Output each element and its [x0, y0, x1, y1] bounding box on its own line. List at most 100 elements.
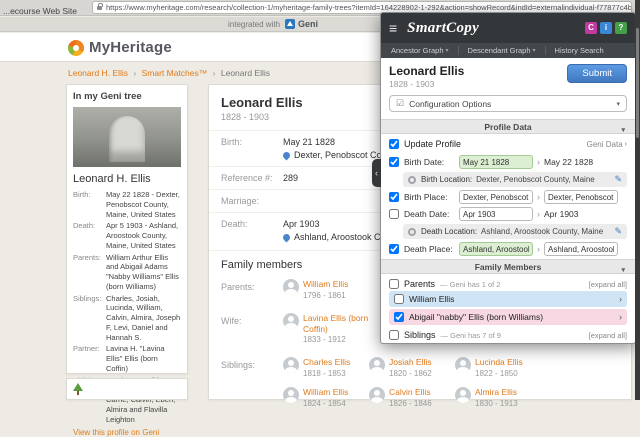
- member-row-abigail[interactable]: Abigail "nabby" Ellis (born Williams) ›: [389, 309, 627, 325]
- person-name[interactable]: Charles Ellis: [303, 357, 350, 367]
- family-person[interactable]: Charles Ellis 1818 - 1853: [283, 357, 369, 378]
- myheritage-logo[interactable]: MyHeritage: [68, 39, 172, 56]
- info-button[interactable]: i: [600, 22, 612, 34]
- location-value: Ashland, Aroostook County, Maine: [481, 227, 603, 236]
- birth-place-geni-input[interactable]: [544, 190, 618, 204]
- person-name[interactable]: Almira Ellis: [475, 387, 517, 397]
- field-row-birth-date: Birth Date: › May 22 1828: [389, 155, 627, 169]
- breadcrumb-link-profile[interactable]: Leonard H. Ellis: [68, 68, 128, 78]
- geni-data-text: Geni Data: [587, 140, 623, 149]
- expand-all-link[interactable]: [expand all]: [589, 280, 627, 289]
- c-button[interactable]: C: [585, 22, 597, 34]
- person-avatar-icon: [455, 357, 471, 373]
- myheritage-logo-icon: [68, 40, 84, 56]
- field-row-death-place: Death Place: ›: [389, 242, 627, 256]
- family-row-siblings: Siblings: Charles Ellis1818 - 1853 Josia…: [209, 353, 631, 417]
- section-family-members[interactable]: Family Members ▾: [381, 259, 635, 274]
- chevron-down-icon: ▾: [621, 264, 625, 278]
- field-label: Birth Place:: [404, 192, 459, 202]
- record-label: Marriage:: [221, 196, 283, 206]
- member-checkbox[interactable]: [394, 312, 404, 322]
- nav-history-search[interactable]: History Search: [545, 46, 613, 55]
- nav-label: Ancestor Graph: [391, 46, 444, 55]
- person-name[interactable]: Lavina Ellis (born Coffin): [303, 313, 368, 334]
- birth-place-input[interactable]: [459, 190, 533, 204]
- field-row-birth-place: Birth Place: ›: [389, 190, 627, 204]
- collapse-tab[interactable]: ‹: [372, 159, 381, 187]
- brand-name: MyHeritage: [89, 39, 172, 56]
- caret-right-icon: ›: [537, 244, 540, 254]
- person-avatar-icon: [283, 279, 299, 295]
- scrollbar-thumb[interactable]: [636, 28, 639, 138]
- birth-date-input[interactable]: [459, 155, 533, 169]
- section-profile-data[interactable]: Profile Data ▾: [381, 119, 635, 134]
- fact-death: Death: Apr 5 1903 - Ashland, Aroostook C…: [73, 221, 181, 250]
- person-years: 1818 - 1853: [303, 369, 346, 378]
- field-label: Death Place:: [404, 244, 459, 254]
- family-person[interactable]: William Ellis1796 - 1861: [283, 279, 369, 300]
- person-name[interactable]: Lucinda Ellis: [475, 357, 523, 367]
- section-label: Profile Data: [484, 122, 531, 132]
- birth-place-checkbox[interactable]: [389, 192, 399, 202]
- gravestone-photo[interactable]: [73, 107, 181, 167]
- view-profile-link[interactable]: View this profile on Geni: [73, 428, 181, 437]
- panel-person-name: Leonard Ellis: [389, 64, 464, 78]
- person-years: 1830 - 1913: [475, 399, 518, 408]
- submit-button[interactable]: Submit: [567, 64, 627, 83]
- family-head-note: — Geni has 1 of 2: [440, 280, 500, 289]
- chevron-down-icon: ▾: [446, 47, 449, 54]
- location-toggle-icon[interactable]: [408, 176, 416, 184]
- browser-scrollbar[interactable]: [635, 0, 640, 400]
- edit-icon[interactable]: ✎: [614, 226, 622, 237]
- parents-checkbox[interactable]: [389, 279, 399, 289]
- person-years: 1820 - 1862: [389, 369, 432, 378]
- help-button[interactable]: ?: [615, 22, 627, 34]
- geni-person-name[interactable]: Leonard H. Ellis: [73, 173, 181, 185]
- fact-birth: Birth: May 22 1828 - Dexter, Penobscot C…: [73, 190, 181, 219]
- chevron-down-icon: ▾: [533, 47, 536, 54]
- caret-right-icon[interactable]: ›: [619, 312, 622, 322]
- member-checkbox[interactable]: [394, 294, 404, 304]
- family-person[interactable]: Josiah Ellis 1820 - 1862: [369, 357, 455, 378]
- nav-ancestor-graph[interactable]: Ancestor Graph▾: [391, 46, 458, 55]
- record-value: 289: [283, 173, 298, 183]
- person-name[interactable]: William Ellis: [303, 279, 348, 289]
- configuration-options[interactable]: ☑ Configuration Options ▾: [389, 95, 627, 112]
- person-name[interactable]: William Ellis: [303, 387, 348, 397]
- birth-date-checkbox[interactable]: [389, 157, 399, 167]
- family-person[interactable]: Lavina Ellis (born Coffin)1833 - 1912: [283, 313, 369, 345]
- death-place-input[interactable]: [459, 242, 533, 256]
- member-row-william[interactable]: William Ellis ›: [389, 291, 627, 307]
- edit-icon[interactable]: ✎: [614, 174, 622, 185]
- browser-tab[interactable]: ...ecourse Web Site: [3, 6, 77, 16]
- siblings-checkbox[interactable]: [389, 330, 399, 340]
- update-profile-checkbox[interactable]: [389, 139, 399, 149]
- family-head-label: Parents: [404, 279, 435, 289]
- person-years: 1824 - 1854: [303, 399, 346, 408]
- breadcrumb-link-smart-matches[interactable]: Smart Matches™: [142, 68, 208, 78]
- secondary-card: [66, 378, 188, 400]
- geni-brand[interactable]: Geni: [298, 19, 318, 29]
- death-date-input[interactable]: [459, 207, 533, 221]
- family-person[interactable]: William Ellis 1824 - 1854: [283, 387, 369, 408]
- geni-value: May 22 1828: [544, 157, 593, 167]
- update-profile-row: Update Profile Geni Data›: [389, 134, 627, 152]
- death-place-geni-input[interactable]: [544, 242, 618, 256]
- menu-icon[interactable]: ≡: [389, 20, 397, 36]
- death-date-checkbox[interactable]: [389, 209, 399, 219]
- death-place-checkbox[interactable]: [389, 244, 399, 254]
- person-name[interactable]: Josiah Ellis: [389, 357, 432, 367]
- family-head-parents: Parents — Geni has 1 of 2 [expand all]: [389, 279, 627, 289]
- family-group-label: Wife:: [221, 313, 283, 354]
- caret-right-icon[interactable]: ›: [619, 294, 622, 304]
- record-label: Reference #:: [221, 173, 283, 183]
- member-name: Abigail "nabby" Ellis (born Williams): [409, 312, 543, 322]
- family-person[interactable]: Calvin Ellis1826 - 1846: [369, 387, 455, 408]
- family-person[interactable]: Lucinda Ellis1822 - 1850: [455, 357, 541, 378]
- location-toggle-icon[interactable]: [408, 228, 416, 236]
- family-person[interactable]: Almira Ellis 1830 - 1913: [455, 387, 541, 408]
- person-name[interactable]: Calvin Ellis: [389, 387, 431, 397]
- nav-descendant-graph[interactable]: Descendant Graph▾: [458, 46, 545, 55]
- fact-label: Birth:: [73, 190, 106, 219]
- expand-all-link[interactable]: [expand all]: [589, 331, 627, 340]
